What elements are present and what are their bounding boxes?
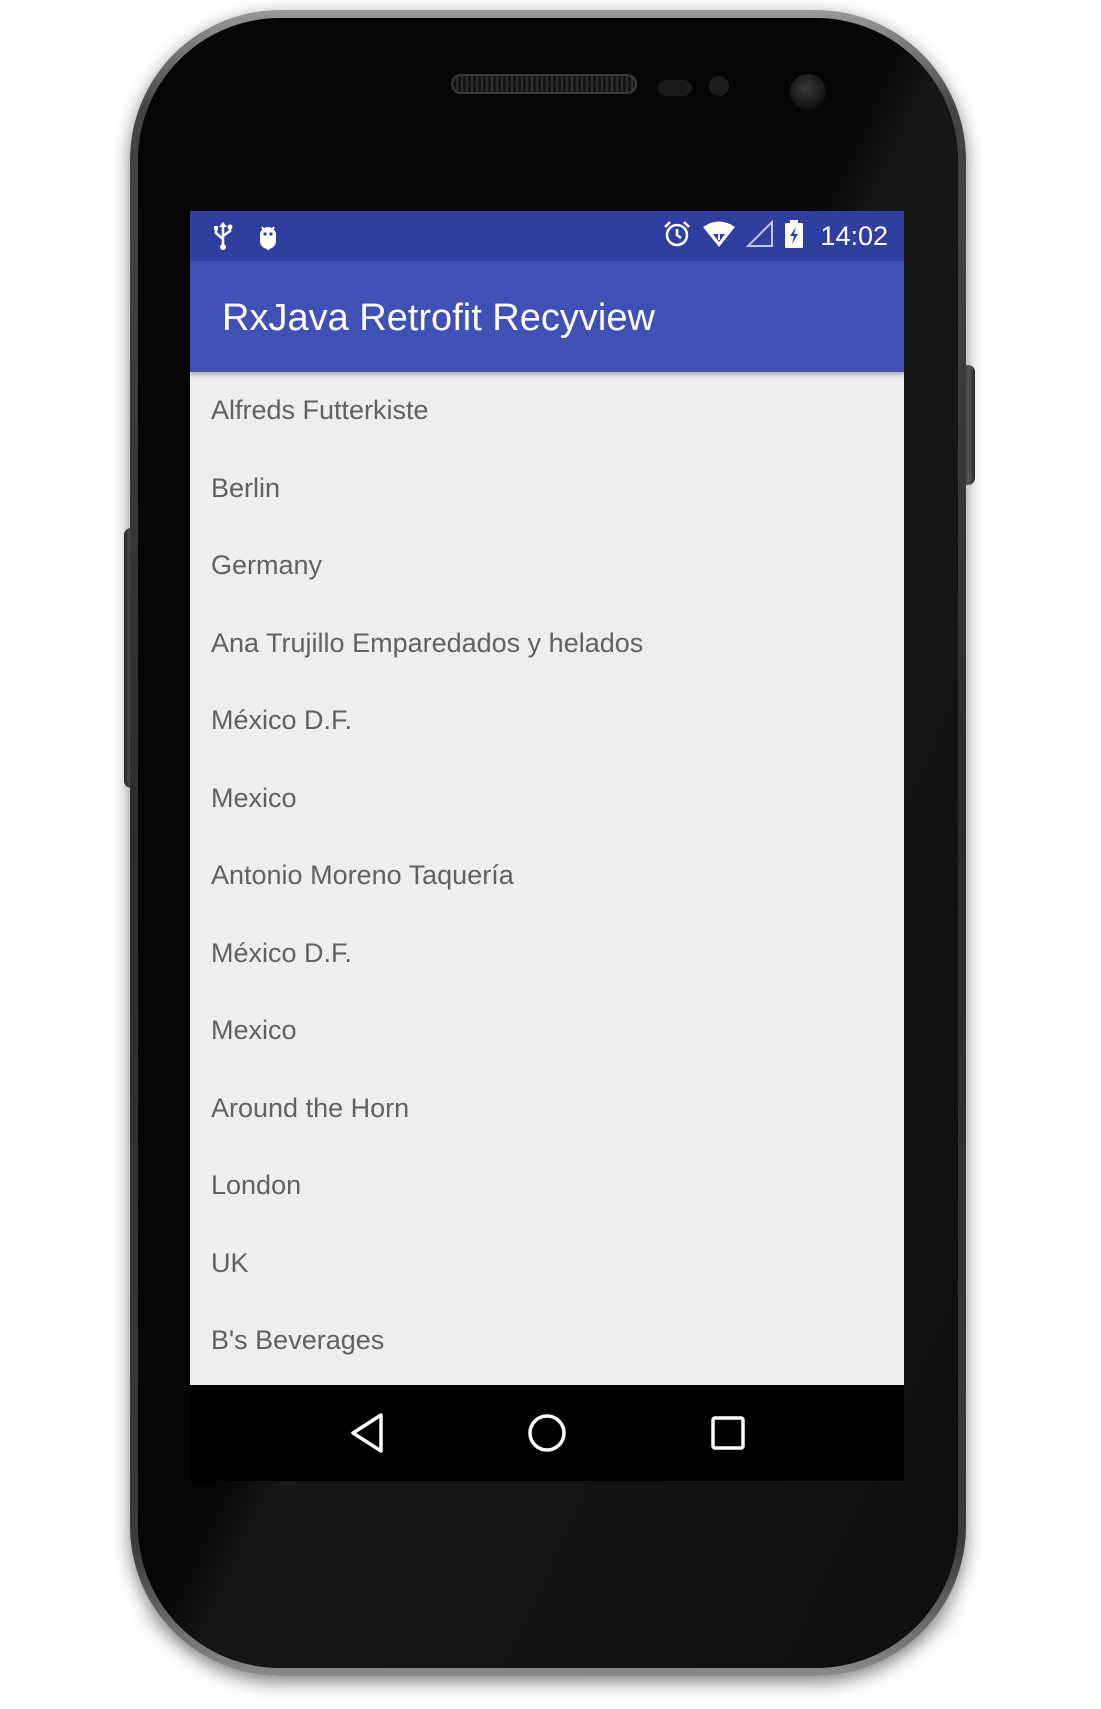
alarm-icon (662, 219, 692, 254)
cell-signal-icon (746, 219, 774, 253)
list-item[interactable]: London (190, 1147, 904, 1225)
list-item[interactable]: Mexico (190, 760, 904, 838)
notification-icons (212, 221, 280, 256)
light-sensor (709, 76, 729, 96)
home-button[interactable] (519, 1405, 575, 1461)
app-screen: 14:02 RxJava Retrofit Recyview Alfreds F… (190, 211, 904, 1481)
device-mockup: 14:02 RxJava Retrofit Recyview Alfreds F… (0, 0, 1101, 1709)
list-item[interactable]: Around the Horn (190, 1070, 904, 1148)
page-title: RxJava Retrofit Recyview (222, 297, 655, 339)
wifi-icon (702, 220, 736, 253)
list-item[interactable]: UK (190, 1225, 904, 1303)
earpiece-speaker (451, 74, 637, 94)
list-item[interactable]: Ana Trujillo Emparedados y helados (190, 605, 904, 683)
list-item[interactable]: Berlin (190, 450, 904, 528)
usb-icon (212, 221, 234, 256)
list-item[interactable]: México D.F. (190, 682, 904, 760)
recents-icon (711, 1416, 745, 1450)
app-toolbar: RxJava Retrofit Recyview (190, 261, 904, 372)
system-icons: 14:02 (662, 219, 888, 254)
home-icon (528, 1414, 566, 1452)
proximity-sensor (658, 80, 692, 96)
front-camera (790, 74, 826, 110)
back-icon (351, 1413, 383, 1453)
list-item[interactable]: Mexico (190, 992, 904, 1070)
clock: 14:02 (820, 221, 888, 251)
list-item[interactable]: Alfreds Futterkiste (190, 372, 904, 450)
battery-charging-icon (784, 219, 804, 254)
recents-button[interactable] (700, 1405, 756, 1461)
recycler-list[interactable]: Alfreds Futterkiste Berlin Germany Ana T… (190, 372, 904, 1380)
list-item[interactable]: México D.F. (190, 915, 904, 993)
android-debug-icon (256, 221, 280, 256)
status-bar: 14:02 (190, 211, 904, 261)
list-item[interactable]: Germany (190, 527, 904, 605)
list-item[interactable]: B's Beverages (190, 1302, 904, 1380)
back-button[interactable] (339, 1405, 395, 1461)
list-item[interactable]: Antonio Moreno Taquería (190, 837, 904, 915)
navigation-bar (190, 1385, 904, 1481)
